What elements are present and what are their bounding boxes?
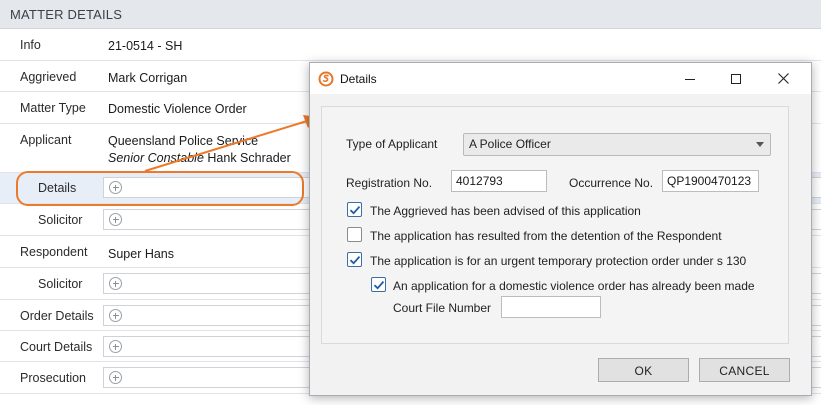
detention-checkbox[interactable] (347, 227, 362, 242)
checkmark-icon (373, 281, 385, 290)
occurrence-label: Occurrence No. (569, 176, 654, 190)
add-circle-icon[interactable] (109, 213, 122, 226)
applicant-rank: Senior Constable (108, 151, 204, 165)
registration-label: Registration No. (346, 176, 433, 190)
respondent-label: Respondent (20, 245, 88, 259)
applicant-solicitor-label: Solicitor (38, 213, 83, 227)
registration-input[interactable]: 4012793 (451, 170, 547, 192)
dialog-titlebar[interactable]: Details (310, 63, 811, 94)
applicant-officer: Senior Constable Hank Schrader (108, 150, 291, 167)
court-details-label: Court Details (20, 340, 93, 354)
occurrence-value: QP1900470123 (667, 174, 752, 188)
add-circle-icon[interactable] (109, 340, 122, 353)
occurrence-input[interactable]: QP1900470123 (662, 170, 759, 192)
aggrieved-value: Mark Corrigan (108, 71, 188, 85)
urgent-order-checkbox[interactable] (347, 252, 362, 267)
order-details-label: Order Details (20, 309, 94, 323)
maximize-button[interactable] (713, 63, 759, 94)
add-circle-icon[interactable] (109, 277, 122, 290)
maximize-icon (731, 74, 741, 84)
applicant-organisation: Queensland Police Service (108, 134, 259, 148)
matter-details-header: MATTER DETAILS (0, 0, 821, 29)
aggrieved-advised-checkbox[interactable] (347, 202, 362, 217)
detention-label: The application has resulted from the de… (370, 229, 722, 243)
type-of-applicant-value: A Police Officer (469, 137, 551, 151)
close-icon (778, 73, 789, 84)
aggrieved-advised-label: The Aggrieved has been advised of this a… (370, 204, 641, 218)
respondent-value: Super Hans (108, 247, 175, 261)
court-file-number-label: Court File Number (393, 301, 492, 315)
matter-type-value: Domestic Violence Order (108, 102, 247, 116)
details-callout-highlight (16, 171, 304, 206)
info-value: 21-0514 - SH (108, 39, 183, 53)
details-dialog: Details Type of Applicant A Police Offic… (309, 62, 812, 396)
add-circle-icon[interactable] (109, 309, 122, 322)
prosecution-label: Prosecution (20, 371, 87, 385)
info-label: Info (20, 38, 41, 52)
app-logo-icon (318, 71, 334, 87)
applicant-value: Queensland Police Service Senior Constab… (108, 133, 291, 167)
type-of-applicant-select[interactable]: A Police Officer (463, 133, 771, 156)
checkmark-icon (349, 206, 361, 215)
applicant-details-group: Type of Applicant A Police Officer Regis… (321, 106, 789, 344)
applicant-name: Hank Schrader (207, 151, 291, 165)
chevron-down-icon[interactable] (756, 142, 764, 147)
aggrieved-label: Aggrieved (20, 70, 77, 84)
checkmark-icon (349, 256, 361, 265)
matter-type-label: Matter Type (20, 101, 86, 115)
court-file-number-input[interactable] (501, 296, 601, 318)
minimize-button[interactable] (667, 63, 713, 94)
prior-application-label: An application for a domestic violence o… (393, 279, 755, 293)
ok-button[interactable]: OK (598, 358, 689, 382)
prior-application-checkbox[interactable] (371, 277, 386, 292)
urgent-order-label: The application is for an urgent tempora… (370, 254, 747, 268)
dialog-title: Details (340, 72, 377, 86)
respondent-solicitor-label: Solicitor (38, 277, 83, 291)
applicant-label: Applicant (20, 133, 72, 147)
add-circle-icon[interactable] (109, 371, 122, 384)
close-button[interactable] (761, 63, 807, 94)
panel-title: MATTER DETAILS (10, 7, 123, 22)
minimize-icon (685, 79, 695, 80)
type-of-applicant-label: Type of Applicant (346, 137, 438, 151)
info-row: Info 21-0514 - SH (0, 29, 821, 61)
registration-value: 4012793 (456, 174, 503, 188)
cancel-button[interactable]: CANCEL (699, 358, 790, 382)
